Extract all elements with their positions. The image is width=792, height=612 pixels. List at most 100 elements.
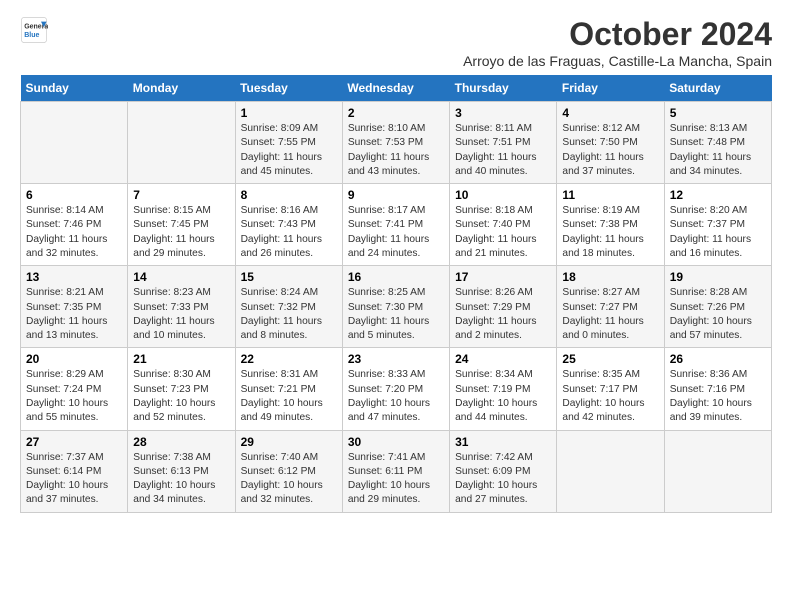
calendar-cell: 9 Sunrise: 8:17 AMSunset: 7:41 PMDaylight…: [342, 184, 449, 266]
calendar-week-1: 1 Sunrise: 8:09 AMSunset: 7:55 PMDaylight…: [21, 102, 772, 184]
day-info: Sunrise: 8:30 AMSunset: 7:23 PMDaylight:…: [133, 368, 229, 425]
calendar-cell: 15 Sunrise: 8:24 AMSunset: 7:32 PMDayligh…: [235, 266, 342, 348]
col-header-friday: Friday: [557, 75, 664, 102]
day-info: Sunrise: 8:33 AMSunset: 7:20 PMDaylight:…: [348, 368, 444, 425]
calendar-cell: 13Sunrise: 8:21 AMSunset: 7:35 PMDayligh…: [21, 266, 128, 348]
logo: General Blue General Blue: [20, 16, 48, 44]
col-header-monday: Monday: [128, 75, 235, 102]
day-info: Sunrise: 8:12 AMSunset: 7:50 PMDaylight:…: [562, 122, 658, 179]
day-info: Sunrise: 8:27 AMSunset: 7:27 PMDaylight:…: [562, 286, 658, 343]
day-info: Sunrise: 8:10 AMSunset: 7:53 PMDaylight:…: [348, 122, 444, 179]
day-info: Sunrise: 8:25 AMSunset: 7:30 PMDaylight:…: [348, 286, 444, 343]
day-number: 16: [348, 270, 444, 284]
col-header-saturday: Saturday: [664, 75, 771, 102]
day-number: 15: [241, 270, 337, 284]
calendar-cell: 18 Sunrise: 8:27 AMSunset: 7:27 PMDayligh…: [557, 266, 664, 348]
day-info: Sunrise: 8:21 AMSunset: 7:35 PMDaylight:…: [26, 286, 122, 343]
day-number: 3: [455, 106, 551, 120]
calendar-cell: 12Sunrise: 8:20 AMSunset: 7:37 PMDayligh…: [664, 184, 771, 266]
day-number: 24: [455, 352, 551, 366]
calendar-header-row: SundayMondayTuesdayWednesdayThursdayFrid…: [21, 75, 772, 102]
calendar-cell: 7Sunrise: 8:15 AMSunset: 7:45 PMDaylight…: [128, 184, 235, 266]
day-info: Sunrise: 7:37 AMSunset: 6:14 PMDaylight:…: [26, 451, 122, 508]
calendar-week-2: 6 Sunrise: 8:14 AMSunset: 7:46 PMDaylight…: [21, 184, 772, 266]
location-subtitle: Arroyo de las Fraguas, Castille-La Manch…: [463, 53, 772, 69]
day-info: Sunrise: 8:26 AMSunset: 7:29 PMDaylight:…: [455, 286, 551, 343]
day-number: 4: [562, 106, 658, 120]
day-info: Sunrise: 8:09 AMSunset: 7:55 PMDaylight:…: [241, 122, 337, 179]
calendar-cell: 28 Sunrise: 7:38 AMSunset: 6:13 PMDayligh…: [128, 430, 235, 512]
calendar-cell: 8 Sunrise: 8:16 AMSunset: 7:43 PMDaylight…: [235, 184, 342, 266]
calendar-cell: 4 Sunrise: 8:12 AMSunset: 7:50 PMDaylight…: [557, 102, 664, 184]
day-number: 7: [133, 188, 229, 202]
calendar-cell: 25 Sunrise: 8:35 AMSunset: 7:17 PMDayligh…: [557, 348, 664, 430]
calendar-cell: [128, 102, 235, 184]
day-number: 10: [455, 188, 551, 202]
day-number: 18: [562, 270, 658, 284]
day-number: 30: [348, 435, 444, 449]
day-number: 23: [348, 352, 444, 366]
col-header-thursday: Thursday: [450, 75, 557, 102]
calendar-cell: 27 Sunrise: 7:37 AMSunset: 6:14 PMDayligh…: [21, 430, 128, 512]
day-info: Sunrise: 7:38 AMSunset: 6:13 PMDaylight:…: [133, 451, 229, 508]
calendar-cell: 10 Sunrise: 8:18 AMSunset: 7:40 PMDayligh…: [450, 184, 557, 266]
calendar-week-3: 13Sunrise: 8:21 AMSunset: 7:35 PMDayligh…: [21, 266, 772, 348]
day-number: 9: [348, 188, 444, 202]
calendar-cell: 3 Sunrise: 8:11 AMSunset: 7:51 PMDaylight…: [450, 102, 557, 184]
day-info: Sunrise: 8:19 AMSunset: 7:38 PMDaylight:…: [562, 204, 658, 261]
calendar-cell: 23 Sunrise: 8:33 AMSunset: 7:20 PMDayligh…: [342, 348, 449, 430]
day-number: 29: [241, 435, 337, 449]
calendar-cell: 1 Sunrise: 8:09 AMSunset: 7:55 PMDaylight…: [235, 102, 342, 184]
day-info: Sunrise: 7:41 AMSunset: 6:11 PMDaylight:…: [348, 451, 444, 508]
day-info: Sunrise: 8:29 AMSunset: 7:24 PMDaylight:…: [26, 368, 122, 425]
calendar-cell: 21Sunrise: 8:30 AMSunset: 7:23 PMDayligh…: [128, 348, 235, 430]
day-number: 27: [26, 435, 122, 449]
calendar-cell: 6 Sunrise: 8:14 AMSunset: 7:46 PMDaylight…: [21, 184, 128, 266]
calendar-cell: 11 Sunrise: 8:19 AMSunset: 7:38 PMDayligh…: [557, 184, 664, 266]
day-number: 14: [133, 270, 229, 284]
day-info: Sunrise: 8:23 AMSunset: 7:33 PMDaylight:…: [133, 286, 229, 343]
day-number: 8: [241, 188, 337, 202]
day-number: 11: [562, 188, 658, 202]
calendar-cell: 31Sunrise: 7:42 AMSunset: 6:09 PMDayligh…: [450, 430, 557, 512]
day-info: Sunrise: 8:17 AMSunset: 7:41 PMDaylight:…: [348, 204, 444, 261]
title-area: October 2024 Arroyo de las Fraguas, Cast…: [463, 16, 772, 69]
day-info: Sunrise: 8:20 AMSunset: 7:37 PMDaylight:…: [670, 204, 766, 261]
calendar-cell: 2Sunrise: 8:10 AMSunset: 7:53 PMDaylight…: [342, 102, 449, 184]
calendar-cell: 29 Sunrise: 7:40 AMSunset: 6:12 PMDayligh…: [235, 430, 342, 512]
day-info: Sunrise: 8:35 AMSunset: 7:17 PMDaylight:…: [562, 368, 658, 425]
calendar-cell: 16 Sunrise: 8:25 AMSunset: 7:30 PMDayligh…: [342, 266, 449, 348]
calendar-cell: [21, 102, 128, 184]
calendar-cell: [557, 430, 664, 512]
calendar-cell: 14 Sunrise: 8:23 AMSunset: 7:33 PMDayligh…: [128, 266, 235, 348]
calendar-cell: 19 Sunrise: 8:28 AMSunset: 7:26 PMDayligh…: [664, 266, 771, 348]
day-number: 25: [562, 352, 658, 366]
day-info: Sunrise: 8:34 AMSunset: 7:19 PMDaylight:…: [455, 368, 551, 425]
calendar-cell: 5 Sunrise: 8:13 AMSunset: 7:48 PMDaylight…: [664, 102, 771, 184]
col-header-tuesday: Tuesday: [235, 75, 342, 102]
day-number: 26: [670, 352, 766, 366]
day-number: 5: [670, 106, 766, 120]
day-number: 28: [133, 435, 229, 449]
day-info: Sunrise: 8:24 AMSunset: 7:32 PMDaylight:…: [241, 286, 337, 343]
day-number: 17: [455, 270, 551, 284]
calendar-cell: 30 Sunrise: 7:41 AMSunset: 6:11 PMDayligh…: [342, 430, 449, 512]
day-info: Sunrise: 8:36 AMSunset: 7:16 PMDaylight:…: [670, 368, 766, 425]
header: General Blue General Blue October 2024 A…: [20, 16, 772, 69]
day-number: 19: [670, 270, 766, 284]
calendar-cell: 17 Sunrise: 8:26 AMSunset: 7:29 PMDayligh…: [450, 266, 557, 348]
day-info: Sunrise: 8:28 AMSunset: 7:26 PMDaylight:…: [670, 286, 766, 343]
day-number: 1: [241, 106, 337, 120]
day-info: Sunrise: 8:14 AMSunset: 7:46 PMDaylight:…: [26, 204, 122, 261]
day-info: Sunrise: 8:16 AMSunset: 7:43 PMDaylight:…: [241, 204, 337, 261]
calendar-cell: 24 Sunrise: 8:34 AMSunset: 7:19 PMDayligh…: [450, 348, 557, 430]
calendar-cell: 22Sunrise: 8:31 AMSunset: 7:21 PMDayligh…: [235, 348, 342, 430]
day-number: 22: [241, 352, 337, 366]
day-info: Sunrise: 7:40 AMSunset: 6:12 PMDaylight:…: [241, 451, 337, 508]
day-info: Sunrise: 7:42 AMSunset: 6:09 PMDaylight:…: [455, 451, 551, 508]
day-number: 6: [26, 188, 122, 202]
day-info: Sunrise: 8:13 AMSunset: 7:48 PMDaylight:…: [670, 122, 766, 179]
day-info: Sunrise: 8:11 AMSunset: 7:51 PMDaylight:…: [455, 122, 551, 179]
col-header-wednesday: Wednesday: [342, 75, 449, 102]
day-info: Sunrise: 8:18 AMSunset: 7:40 PMDaylight:…: [455, 204, 551, 261]
